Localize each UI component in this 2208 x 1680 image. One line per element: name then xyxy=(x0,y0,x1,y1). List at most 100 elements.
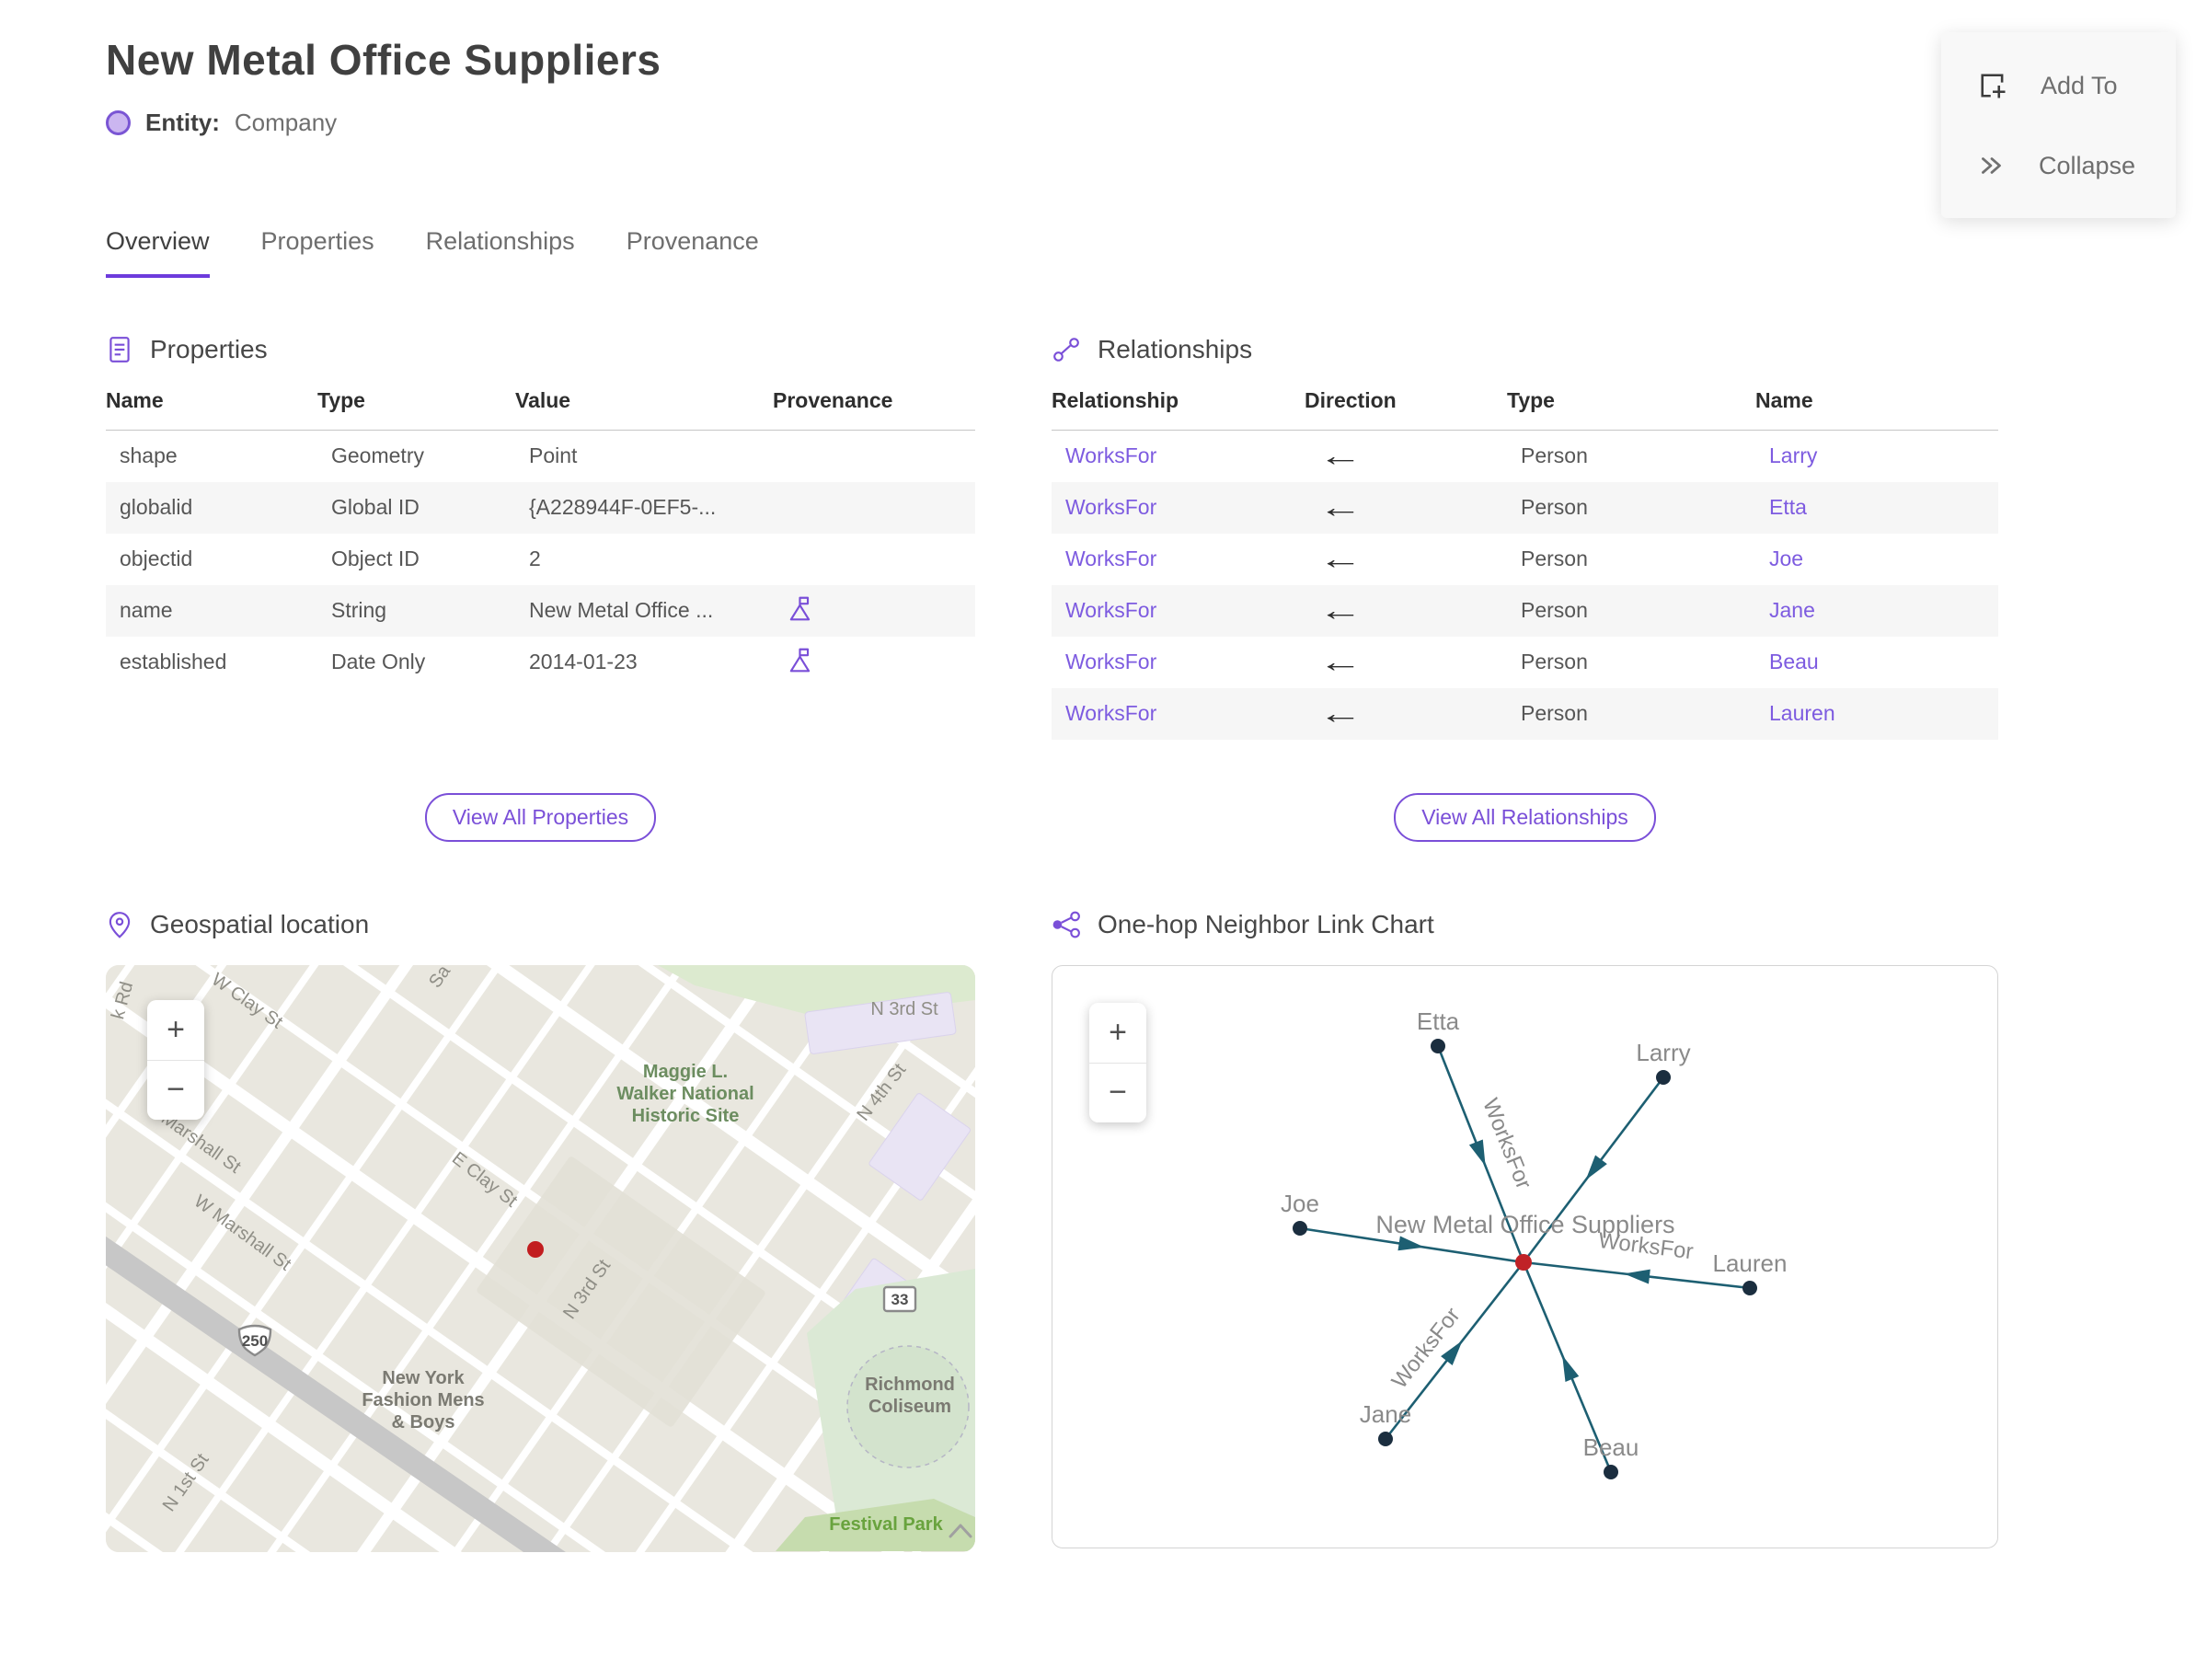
floating-actions-panel: Add To Collapse xyxy=(1941,32,2176,218)
entity-link[interactable]: Larry xyxy=(1769,443,1817,467)
relationship-link[interactable]: WorksFor xyxy=(1065,598,1156,622)
geospatial-section-header: Geospatial location xyxy=(106,910,975,939)
chart-center-node-label: New Metal Office Suppliers xyxy=(1375,1211,1674,1238)
chart-node-label: Etta xyxy=(1417,1007,1460,1035)
relationship-row: WorksFor ← Person Larry xyxy=(1052,431,1998,482)
tab-bar: Overview Properties Relationships Provenanc… xyxy=(106,227,2208,278)
chart-center-node[interactable] xyxy=(1515,1253,1532,1271)
relationship-row: WorksFor ← Person Joe xyxy=(1052,534,1998,585)
entity-type-cell: Person xyxy=(1521,598,1588,622)
provenance-flag-icon[interactable] xyxy=(787,594,814,622)
link-chart-canvas: EttaLarryJoeLaurenJaneBeauWorksForWorksF… xyxy=(1281,1007,1788,1479)
entity-label: Entity: xyxy=(145,109,220,136)
property-row: name String New Metal Office ... xyxy=(106,584,975,637)
entity-link[interactable]: Jane xyxy=(1769,598,1815,622)
poi-label: Maggie L. xyxy=(643,1062,728,1082)
svg-text:250: 250 xyxy=(242,1332,268,1350)
edge-arrowhead xyxy=(1585,1155,1607,1180)
property-value: New Metal Office ... xyxy=(529,598,714,622)
property-value: {A228944F-0EF5-... xyxy=(529,495,717,519)
direction-arrow: ← xyxy=(1318,542,1363,575)
entity-type-value: Company xyxy=(234,109,338,136)
property-provenance xyxy=(773,585,975,637)
entity-name-cell: Lauren xyxy=(1755,688,1998,740)
relationships-table: Relationship Direction Type Name WorksFor ← P… xyxy=(1052,388,1998,740)
poi-label: Coliseum xyxy=(868,1397,951,1417)
relationship-type-cell: WorksFor xyxy=(1052,534,1305,585)
property-provenance xyxy=(773,482,975,534)
chart-zoom-in-button[interactable]: + xyxy=(1089,1002,1146,1063)
relationship-link[interactable]: WorksFor xyxy=(1065,701,1156,725)
map-zoom-out-button[interactable]: − xyxy=(147,1059,204,1120)
collapse-label: Collapse xyxy=(2039,151,2136,179)
one-hop-link-chart[interactable]: + − Etta Larry Joe Lauren Jane Beau WorksFor Wo… xyxy=(1052,964,1998,1548)
property-name: shape xyxy=(120,443,178,468)
property-name: established xyxy=(120,650,227,673)
entity-link[interactable]: Lauren xyxy=(1769,701,1835,725)
poi-label: Richmond xyxy=(865,1375,955,1395)
direction-arrow: ← xyxy=(1318,645,1363,678)
add-to-button[interactable]: Add To xyxy=(1941,45,2176,126)
relationship-link[interactable]: WorksFor xyxy=(1065,443,1156,467)
property-row: objectid Object ID 2 xyxy=(106,534,975,585)
view-all-relationships-button[interactable]: View All Relationships xyxy=(1394,792,1656,842)
relationships-section-header: Relationships xyxy=(1052,335,1998,364)
chart-zoom-out-button[interactable]: − xyxy=(1089,1062,1146,1122)
property-name: globalid xyxy=(120,495,193,519)
chart-node-lauren[interactable] xyxy=(1742,1280,1757,1295)
entity-link[interactable]: Joe xyxy=(1769,547,1803,570)
entity-name-cell: Jane xyxy=(1755,585,1998,637)
view-all-properties-button[interactable]: View All Properties xyxy=(424,792,657,842)
svg-text:33: 33 xyxy=(891,1291,909,1308)
entity-type-cell: Person xyxy=(1521,650,1588,673)
property-row: globalid Global ID {A228944F-0EF5-... xyxy=(106,481,975,534)
chart-node-label: Larry xyxy=(1636,1039,1690,1066)
property-value: Point xyxy=(529,443,578,468)
collapse-button[interactable]: Collapse xyxy=(1941,126,2176,205)
entity-type-badge xyxy=(106,110,131,135)
relationship-link[interactable]: WorksFor xyxy=(1065,650,1156,673)
entity-type-cell: Person xyxy=(1521,443,1588,468)
chart-node-jane[interactable] xyxy=(1378,1431,1393,1446)
map-zoom-in-button[interactable]: + xyxy=(147,999,204,1060)
column-header: Name xyxy=(1755,388,1998,431)
chart-node-etta[interactable] xyxy=(1431,1038,1445,1053)
entity-location-marker[interactable] xyxy=(527,1240,544,1258)
relationship-row: WorksFor ← Person Jane xyxy=(1052,584,1998,637)
entity-line: Entity: Company xyxy=(106,109,2208,137)
tab-relationships[interactable]: Relationships xyxy=(426,227,575,278)
property-value: 2014-01-23 xyxy=(529,650,638,673)
relationship-link[interactable]: WorksFor xyxy=(1065,547,1156,570)
column-header: Name xyxy=(106,388,317,431)
basemap-canvas: 25033 k Rd W Clay St SaMarshall StW Marsha… xyxy=(106,964,975,1552)
entity-link[interactable]: Beau xyxy=(1769,650,1819,673)
poi-label: Historic Site xyxy=(632,1106,740,1126)
direction-arrow: ← xyxy=(1318,490,1363,524)
relationship-row: WorksFor ← Person Beau xyxy=(1052,637,1998,688)
link-chart-section-header: One-hop Neighbor Link Chart xyxy=(1052,910,1998,939)
geospatial-map[interactable]: + − 250 33 k Rd W Clay St Sa Marshall St W Ma… xyxy=(106,964,975,1552)
provenance-flag-icon[interactable] xyxy=(787,646,814,673)
direction-cell: ← xyxy=(1305,585,1507,637)
chart-node-larry[interactable] xyxy=(1656,1069,1671,1085)
page-title: New Metal Office Suppliers xyxy=(106,36,661,84)
relationships-section-title: Relationships xyxy=(1098,335,1253,363)
chart-node-beau[interactable] xyxy=(1604,1464,1618,1479)
entity-name-cell: Larry xyxy=(1755,431,1998,482)
link-chart-section-title: One-hop Neighbor Link Chart xyxy=(1098,909,1434,938)
chart-node-label: Lauren xyxy=(1713,1249,1788,1277)
tab-provenance[interactable]: Provenance xyxy=(627,227,759,278)
overview-grid: Properties Relationships Name Type Value Pr… xyxy=(106,335,2208,1552)
relationship-link[interactable]: WorksFor xyxy=(1065,495,1156,519)
tab-overview[interactable]: Overview xyxy=(106,227,210,278)
relationship-type-cell: WorksFor xyxy=(1052,688,1305,740)
entity-link[interactable]: Etta xyxy=(1769,495,1807,519)
direction-cell: ← xyxy=(1305,637,1507,688)
map-zoom-control: + − xyxy=(147,999,204,1120)
property-type: String xyxy=(331,598,387,622)
chart-zoom-control: + − xyxy=(1089,1002,1146,1122)
chart-node-joe[interactable] xyxy=(1293,1220,1307,1236)
add-to-icon xyxy=(1981,74,2006,98)
tab-properties[interactable]: Properties xyxy=(261,227,374,278)
property-value: 2 xyxy=(529,547,541,570)
